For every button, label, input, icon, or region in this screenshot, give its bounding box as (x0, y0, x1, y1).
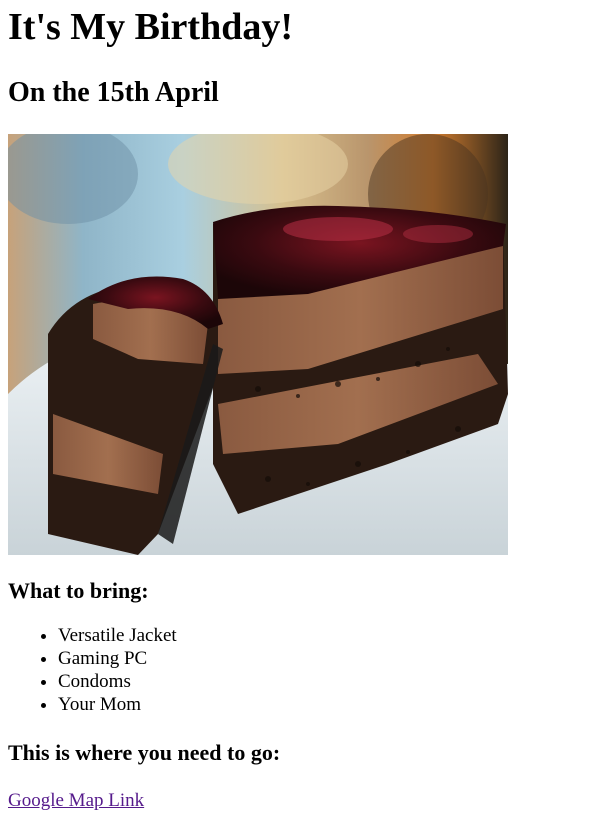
cake-image (8, 134, 508, 555)
bring-list-item: Condoms (58, 670, 608, 693)
cake-photo-icon (8, 134, 508, 555)
bring-list-item: Versatile Jacket (58, 624, 608, 647)
bring-list: Versatile Jacket Gaming PC Condoms Your … (8, 624, 608, 716)
bring-list-item: Your Mom (58, 693, 608, 716)
google-map-link[interactable]: Google Map Link (8, 789, 144, 812)
location-heading: This is where you need to go: (8, 740, 281, 765)
bring-list-item: Gaming PC (58, 647, 608, 670)
page-content: It's My Birthday! On the 15th April What… (0, 0, 616, 812)
page-title: It's My Birthday! (8, 6, 293, 48)
what-to-bring-heading: What to bring: (8, 578, 149, 603)
page-subtitle: On the 15th April (8, 77, 219, 108)
